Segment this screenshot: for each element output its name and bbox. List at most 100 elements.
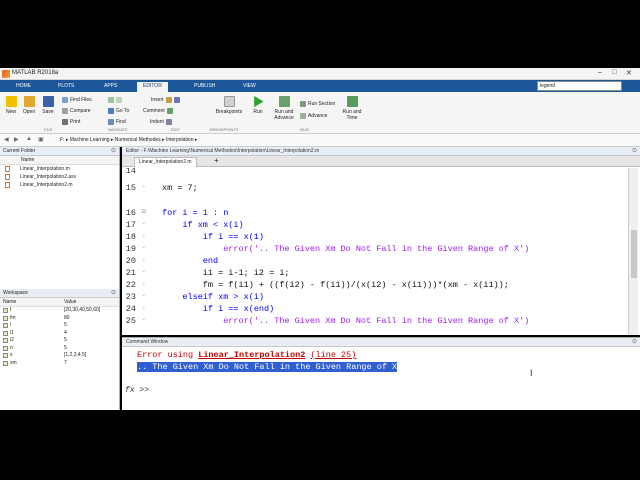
goto-arrow-icon xyxy=(108,108,114,114)
code-line: 21- i1 = i-1; i2 = i; xyxy=(125,268,290,278)
new-tab-plus-icon[interactable]: + xyxy=(214,156,219,165)
window-title: MATLAB R2018a xyxy=(12,70,59,76)
bottom-letterbox xyxy=(0,410,640,480)
file-item[interactable]: Linear_Interpolation.m xyxy=(0,165,119,173)
panel-menu-icon[interactable]: ⊙ xyxy=(632,147,637,154)
editor-header: Editor - F:\Machine Learning\Numerical M… xyxy=(122,147,640,156)
advance-icon xyxy=(300,113,306,119)
code-line: 23- elseif xm > x(i) xyxy=(125,292,265,302)
back-icon[interactable]: ◀ xyxy=(4,136,9,143)
section-label-edit: EDIT xyxy=(171,127,181,132)
error-line: Error using Linear_Interpolation2 (line … xyxy=(137,350,357,360)
breadcrumb[interactable]: F: ▸ Machine Learning ▸ Numerical Method… xyxy=(60,137,197,143)
browse-folder-icon[interactable]: ▣ xyxy=(38,136,44,143)
advance-button[interactable]: Advance xyxy=(300,113,327,119)
workspace-var-row[interactable]: f [20,30,40,50,60] xyxy=(0,307,119,315)
run-play-icon xyxy=(254,96,264,107)
go-to-button[interactable]: Go To xyxy=(108,108,129,114)
workspace-col-headers: Name Value xyxy=(0,298,119,307)
maximize-button[interactable]: □ xyxy=(612,69,616,76)
panel-menu-icon[interactable]: ⊙ xyxy=(632,338,637,345)
asv-file-icon xyxy=(5,174,10,180)
section-label-file: FILE xyxy=(44,127,53,132)
editor-toolstrip: New Open Save Find Files Compare Print F… xyxy=(0,92,640,134)
panel-menu-icon[interactable]: ⊙ xyxy=(111,289,116,296)
find-files-button[interactable]: Find Files xyxy=(62,97,92,103)
workspace-panel: Workspace ⊙ Name Value f [20,30,40,50,60] f… xyxy=(0,289,119,367)
error-message[interactable]: .. The Given Xm Do Not Fall in the Given… xyxy=(137,362,398,372)
tab-editor[interactable]: EDITOR xyxy=(137,82,168,92)
run-time-icon xyxy=(346,96,358,107)
breakpoints-button[interactable]: Breakpoints xyxy=(214,96,244,115)
error-line-link[interactable]: (line 25) xyxy=(310,350,356,360)
tab-plots[interactable]: PLOTS xyxy=(52,82,80,92)
forward-arrow-icon xyxy=(116,97,122,103)
insert-icon xyxy=(165,97,172,103)
workspace-var-row[interactable]: x [1,2,3,4,5] xyxy=(0,352,119,360)
workspace-var-row[interactable]: i1 4 xyxy=(0,330,119,338)
save-button[interactable]: Save xyxy=(40,96,56,115)
file-item[interactable]: Linear_Interpolation2.asv xyxy=(0,173,119,181)
scrollbar-thumb[interactable] xyxy=(631,230,637,278)
code-line: 17- if xm < x(i) xyxy=(125,220,244,230)
panel-menu-icon[interactable]: ⊙ xyxy=(111,147,116,154)
file-item[interactable]: Linear_Interpolation2.m xyxy=(0,181,119,189)
workspace-var-row[interactable]: xm 7 xyxy=(0,360,119,368)
compare-button[interactable]: Compare xyxy=(62,108,91,114)
workspace-var-row[interactable]: n5 xyxy=(0,345,119,353)
minimize-button[interactable]: – xyxy=(598,69,602,76)
print-button[interactable]: Print xyxy=(62,119,80,125)
fx-icon[interactable]: fx xyxy=(125,386,135,395)
m-file-icon xyxy=(5,166,10,172)
editor-file-tab[interactable]: Linear_Interpolation2.m xyxy=(134,157,197,167)
tab-home[interactable]: HOME xyxy=(10,82,37,92)
code-area[interactable]: 14 15- xm = 7; 16 ⊟ for i = 1 : n 17- if xm… xyxy=(122,168,632,335)
command-prompt[interactable]: fx >> xyxy=(125,386,149,395)
tab-apps[interactable]: APPS xyxy=(98,82,123,92)
tab-publish[interactable]: PUBLISH xyxy=(188,82,221,92)
find-button[interactable]: Find xyxy=(108,119,126,125)
section-label-navigate: NAVIGATE xyxy=(108,127,128,132)
code-line: 15- xm = 7; xyxy=(125,183,198,193)
variable-icon xyxy=(3,353,8,358)
folder-icon xyxy=(23,96,35,107)
command-window: Command Window ⊙ Error using Linear_Inter… xyxy=(122,337,640,410)
open-button[interactable]: Open xyxy=(22,96,36,115)
tab-view[interactable]: VIEW xyxy=(237,82,262,92)
code-line: 19- error('.. The Given Xm Do Not Fall i… xyxy=(125,244,530,254)
forward-icon[interactable]: ▶ xyxy=(14,136,19,143)
workspace-var-row[interactable]: i2 5 xyxy=(0,337,119,345)
text-cursor-icon: I xyxy=(530,368,533,378)
workspace-var-row[interactable]: i5 xyxy=(0,322,119,330)
code-line: 14 xyxy=(125,168,136,176)
current-folder-header: Current Folder ⊙ xyxy=(0,147,119,156)
run-button[interactable]: Run xyxy=(251,96,265,115)
run-and-advance-button[interactable]: Run and Advance xyxy=(272,96,296,121)
run-section-button[interactable]: Run Section xyxy=(300,101,335,107)
editor-tab-strip: Linear_Interpolation2.m + xyxy=(122,156,640,167)
new-button[interactable]: New xyxy=(4,96,18,115)
back-arrow-icon xyxy=(108,97,114,103)
current-folder-col-name[interactable]: Name xyxy=(0,156,119,165)
fold-icon[interactable]: ⊟ xyxy=(142,208,146,215)
command-window-header: Command Window ⊙ xyxy=(122,338,640,347)
m-file-icon xyxy=(5,182,10,188)
section-label-breakpoints: BREAKPOINTS xyxy=(210,127,239,132)
top-letterbox xyxy=(0,0,640,68)
comment-button[interactable]: Comment xyxy=(143,108,173,114)
run-and-time-button[interactable]: Run and Time xyxy=(340,96,364,121)
search-documentation-input[interactable]: legend xyxy=(537,81,622,91)
close-button[interactable]: ✕ xyxy=(626,69,632,77)
address-bar: ◀ ▶ ▲ ▣ F: ▸ Machine Learning ▸ Numerica… xyxy=(0,134,640,147)
insert-button[interactable]: Insert xyxy=(151,97,180,103)
editor-scrollbar[interactable] xyxy=(628,168,638,335)
code-line: 22- fm = f(i1) + ((f(i2) - f(i1))/(x(i2)… xyxy=(125,280,509,290)
error-function-link[interactable]: Linear_Interpolation2 xyxy=(198,350,305,360)
workspace-var-row[interactable]: fm 80 xyxy=(0,315,119,323)
up-folder-icon[interactable]: ▲ xyxy=(26,136,32,142)
run-advance-icon xyxy=(278,96,290,107)
back-forward-buttons[interactable] xyxy=(108,97,122,103)
indent-button[interactable]: Indent xyxy=(150,119,172,125)
code-line: 18- if i == x(1) xyxy=(125,232,265,242)
title-bar: MATLAB R2018a – □ ✕ xyxy=(0,68,640,80)
